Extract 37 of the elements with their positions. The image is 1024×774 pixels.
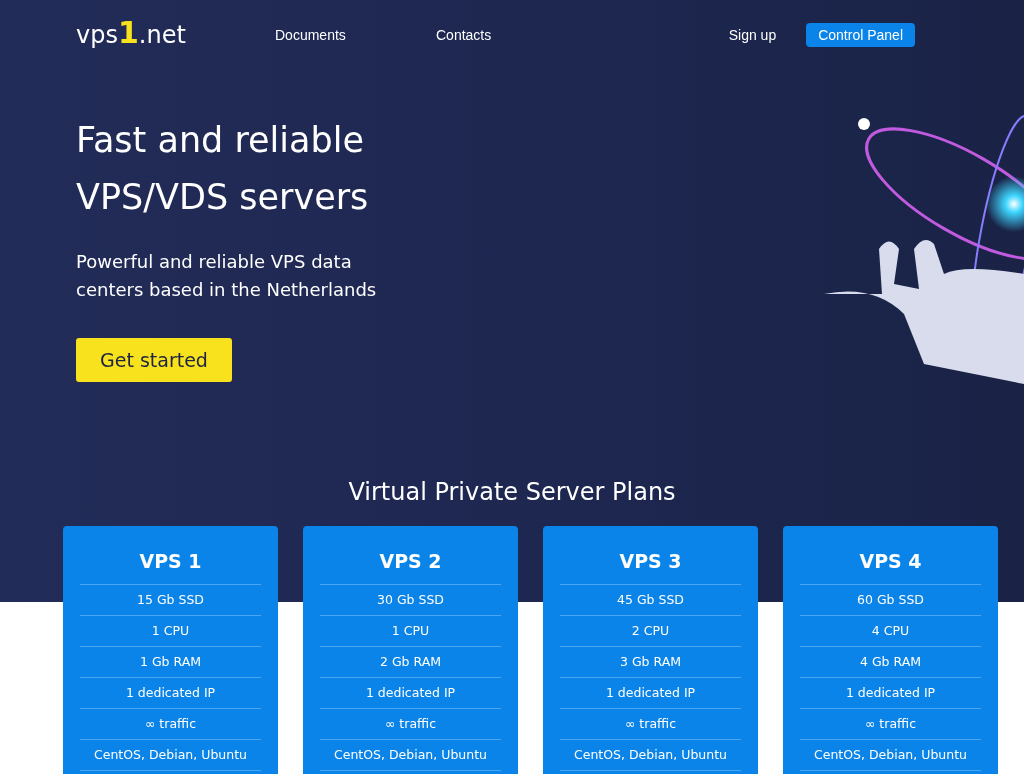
nav-link[interactable]: Documents [275,27,436,43]
plan-feature: 1 dedicated IP [80,678,261,709]
plan-feature: 1 Gb RAM [80,647,261,678]
plan-feature: 2 Gb RAM [320,647,501,678]
plan-feature: 4 Gb RAM [800,647,981,678]
nav-link[interactable]: Contacts [436,27,597,43]
plan-feature: ∞ traffic [560,709,741,740]
plan-feature: 1 dedicated IP [560,678,741,709]
plan-feature: CentOS, Debian, Ubuntu [320,740,501,771]
plan-title: VPS 3 [560,526,741,585]
plan-title: VPS 4 [800,526,981,585]
plan-feature: ∞ traffic [80,709,261,740]
plan-feature: 45 Gb SSD [560,585,741,616]
plan-title: VPS 2 [320,526,501,585]
plan-feature: 1 dedicated IP [800,678,981,709]
plan-feature: CentOS, Debian, Ubuntu [800,740,981,771]
sign-up-link[interactable]: Sign up [728,27,777,43]
plan-feature: 15 Gb SSD [80,585,261,616]
hero-title: Fast and reliable VPS/VDS servers [76,119,370,219]
plan-feature: CentOS, Debian, Ubuntu [560,740,741,771]
logo[interactable]: vps1.net [76,14,275,50]
plan-feature: 2 CPU [560,616,741,647]
plan-feature: ∞ traffic [320,709,501,740]
plan-feature: 1 CPU [80,616,261,647]
plan-feature: 60 Gb SSD [800,585,981,616]
control-panel-button[interactable]: Control Panel [806,23,915,47]
plan-feature: ∞ traffic [800,709,981,740]
plan-feature: 1 CPU [320,616,501,647]
hero-subtitle: Powerful and reliable VPS data centers based in the Netherlands [76,250,377,302]
plan-title: VPS 1 [80,526,261,585]
plan-feature: 1 dedicated IP [320,678,501,709]
plan-feature: 4 CPU [800,616,981,647]
plan-feature: CentOS, Debian, Ubuntu [80,740,261,771]
plan-feature: 30 Gb SSD [320,585,501,616]
get-started-button[interactable]: Get started [76,338,232,382]
plans-heading: Virtual Private Server Plans [347,478,677,506]
plan-feature: 3 Gb RAM [560,647,741,678]
